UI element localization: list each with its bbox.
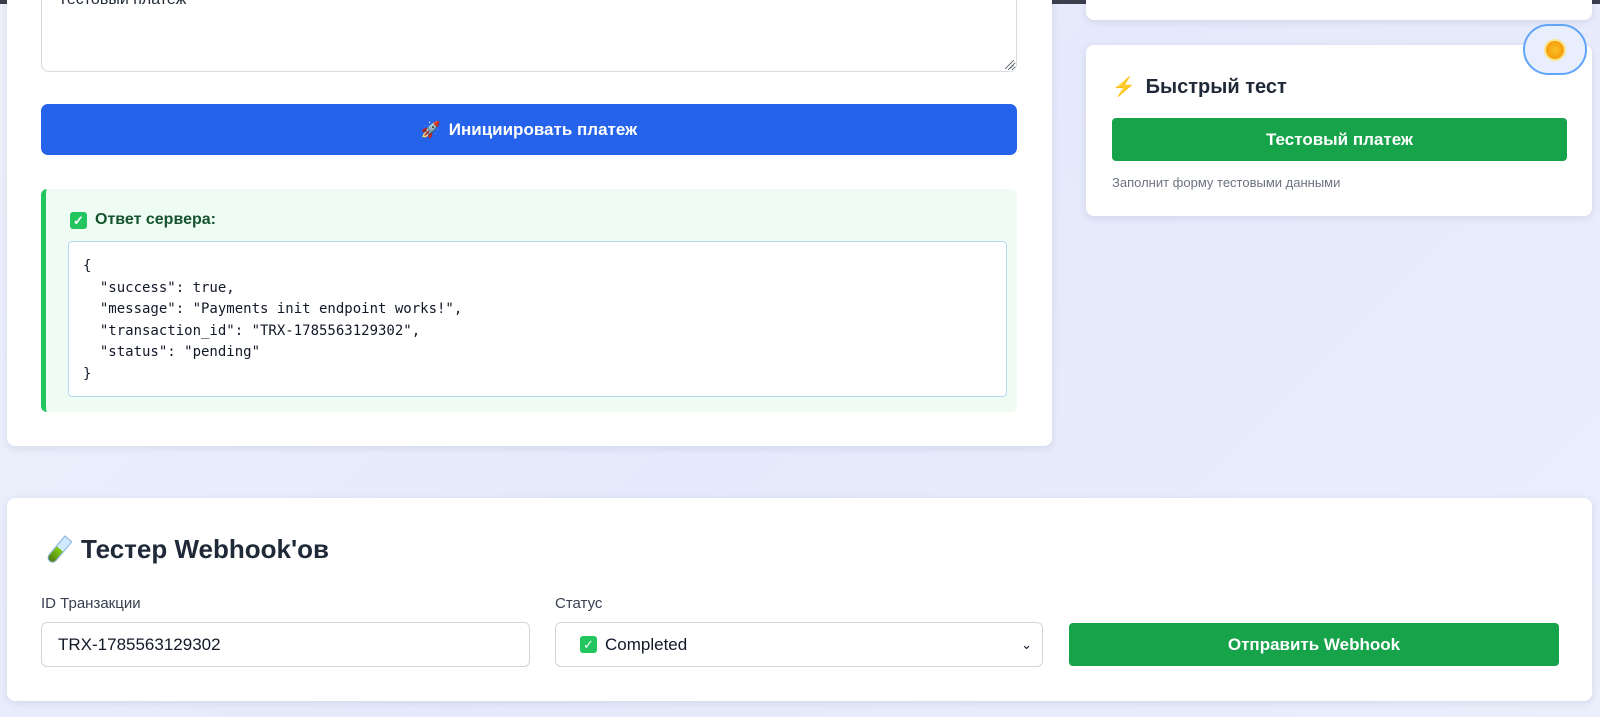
code-line: "transaction_id": "TRX-1785563129302", <box>83 322 421 339</box>
transaction-id-input[interactable] <box>41 622 530 667</box>
server-response-panel: ✓ Ответ сервера: { "success": true, "mes… <box>41 189 1017 412</box>
code-line: "message": "Payments init endpoint works… <box>83 301 463 317</box>
check-icon: ✓ <box>70 211 87 229</box>
initiate-payment-label: Инициировать платеж <box>448 119 638 139</box>
theme-toggle-button[interactable] <box>1523 24 1587 75</box>
status-select[interactable]: ✓ Completed ⌄ <box>555 622 1043 667</box>
server-response-title-text: Ответ сервера: <box>95 211 216 228</box>
server-response-title: ✓ Ответ сервера: <box>70 211 216 229</box>
description-textarea[interactable]: Тестовый платеж <box>41 0 1017 72</box>
test-payment-button[interactable]: Тестовый платеж <box>1112 118 1567 161</box>
textarea-resize-handle[interactable] <box>1005 60 1014 69</box>
rocket-icon: 🚀 <box>420 121 441 139</box>
code-line: "success": true, <box>83 279 235 296</box>
code-line: { <box>83 258 92 274</box>
chevron-down-icon: ⌄ <box>1021 636 1032 652</box>
test-tube-icon <box>45 534 73 565</box>
webhook-tester-card: Тестер Webhook'ов ID Транзакции Статус ✓… <box>7 498 1592 701</box>
sidebar-card-top <box>1086 0 1592 20</box>
webhook-tester-title: Тестер Webhook'ов <box>45 534 329 565</box>
status-label: Статус <box>555 595 603 612</box>
check-icon: ✓ <box>580 636 597 653</box>
quick-test-title: ⚡ Быстрый тест <box>1112 75 1287 99</box>
code-line: "status": "pending" <box>83 344 261 360</box>
webhook-tester-title-text: Тестер Webhook'ов <box>81 534 330 564</box>
transaction-id-label: ID Транзакции <box>41 595 141 612</box>
send-webhook-button[interactable]: Отправить Webhook <box>1069 623 1559 666</box>
status-selected-value: Completed <box>605 634 688 654</box>
code-line: } <box>83 365 92 382</box>
quick-test-hint: Заполнит форму тестовыми данными <box>1112 175 1341 190</box>
sun-icon <box>1546 40 1564 59</box>
initiate-payment-button[interactable]: 🚀 Инициировать платеж <box>41 104 1017 155</box>
quick-test-title-text: Быстрый тест <box>1145 75 1287 98</box>
lightning-bolt-icon: ⚡ <box>1112 77 1136 98</box>
response-json-block: { "success": true, "message": "Payments … <box>68 241 1007 397</box>
quick-test-card: ⚡ Быстрый тест Тестовый платеж Заполнит … <box>1086 45 1592 216</box>
